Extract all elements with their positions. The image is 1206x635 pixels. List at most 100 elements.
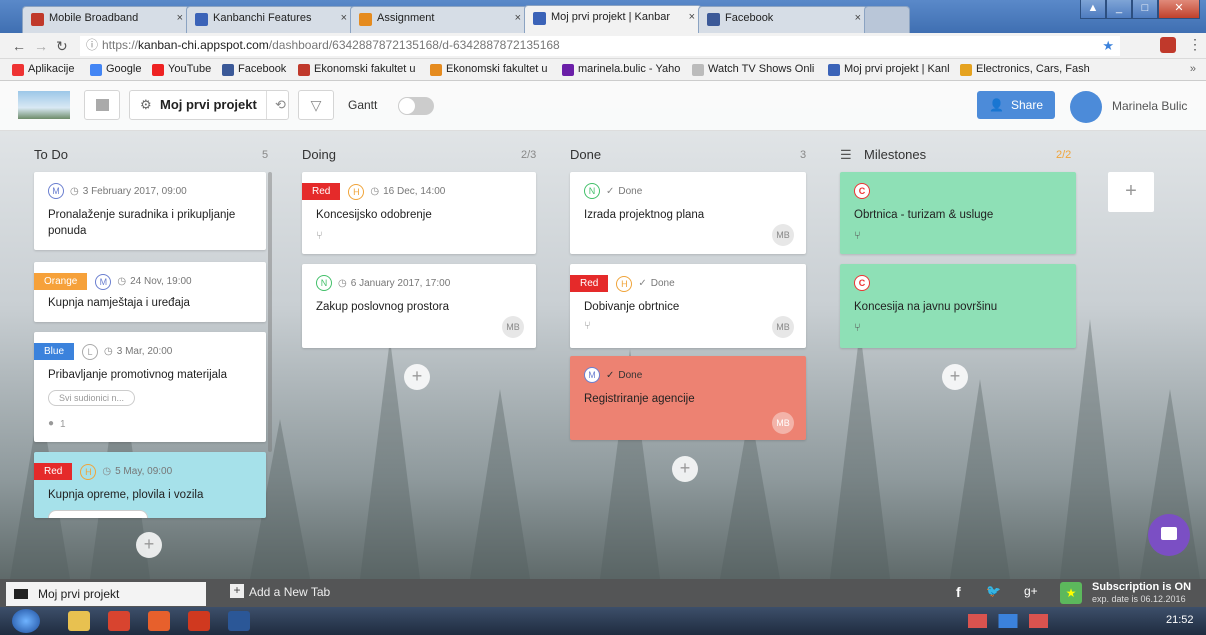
board-thumbnail[interactable] [18,91,70,119]
bookmark-label: Ekonomski fakultet u [314,63,416,75]
tab-label: Facebook [725,12,774,24]
browser-tab[interactable]: Mobile Broadband × [22,6,190,33]
google-plus-icon[interactable]: g+ [1024,584,1038,598]
bookmark-item[interactable]: marinela.bulic - Yaho [562,63,680,76]
milestone-card[interactable]: C Koncesija na javnu površinu ⑂ [840,264,1076,348]
menu-dots-icon[interactable]: ⋮ [1188,36,1202,53]
due-date-icon: ◷ [338,277,347,289]
back-icon[interactable]: ← [12,38,26,54]
close-icon[interactable]: × [341,12,347,24]
forward-icon[interactable]: → [34,38,48,54]
close-window-button[interactable]: ✕ [1158,0,1200,19]
info-icon[interactable]: ⓘ [86,36,98,55]
bookmark-item[interactable]: Google [90,63,141,76]
chrome-icon[interactable] [108,611,130,631]
bookmark-label: Aplikacije [28,63,75,75]
explorer-icon[interactable] [68,611,90,631]
bookmark-item[interactable]: YouTube [152,63,212,76]
bookmark-item[interactable]: Watch TV Shows Onli [692,63,815,76]
add-card-button[interactable]: + [672,456,698,482]
card[interactable]: Red H ◷ 16 Dec, 14:00 Koncesijsko odobrenje… [302,172,536,254]
filter-icon[interactable]: ▽ [298,90,334,120]
twitter-icon[interactable]: 🐦 [986,584,1001,598]
bookmark-item[interactable]: Facebook [222,63,286,76]
browser-tab[interactable]: Facebook × [698,6,868,33]
column-title-todo: To Do [34,147,68,162]
bookmark-label: YouTube [168,63,212,75]
url-host: kanban-chi.appspot.com [138,38,269,52]
reload-icon[interactable]: ↻ [56,38,68,55]
extension-icon[interactable] [1160,37,1176,53]
chat-button[interactable] [1148,514,1190,556]
system-tray-icons[interactable] [968,614,1158,628]
close-icon[interactable]: × [177,12,183,24]
bookmark-label: Electronics, Cars, Fash [976,63,1090,75]
new-tab-button[interactable] [864,6,910,33]
card-meta: C [854,275,876,291]
card-title: Kupnja namještaja i uređaja [48,297,190,309]
card[interactable]: N ✓ Done Izrada projektnog plana MB [570,172,806,254]
assignee-chip[interactable] [48,510,148,518]
browser-tab[interactable]: Assignment × [350,6,528,33]
add-tab-label[interactable]: Add a New Tab [249,585,330,599]
share-button[interactable]: 👤 Share [977,91,1055,119]
color-tag: Red [34,463,73,480]
maximize-button[interactable]: □ [1132,0,1158,19]
yahoo-icon [562,64,574,76]
start-button[interactable] [12,609,40,633]
url-field[interactable]: ⓘ https://kanban-chi.appspot.com/dashboa… [80,36,1120,56]
minimize-button[interactable]: _ [1106,0,1132,19]
close-icon[interactable]: × [689,11,695,23]
bookmark-label: Watch TV Shows Onli [708,63,815,75]
bookmark-star-icon[interactable]: ★ [1102,36,1114,55]
add-card-button[interactable]: + [942,364,968,390]
add-card-button[interactable]: + [136,532,162,558]
due-date-icon: ◷ [102,466,112,477]
browser-tab[interactable]: Kanbanchi Features × [186,6,354,33]
word-icon[interactable] [228,611,250,631]
milestone-card[interactable]: C Obrtnica - turizam & usluge ⑂ [840,172,1076,254]
bookmarks-more[interactable]: » [1190,63,1196,75]
facebook-icon [222,64,234,76]
add-tab-icon[interactable]: + [230,584,244,598]
close-icon[interactable]: × [515,12,521,24]
gantt-toggle[interactable] [398,97,434,115]
board-list-icon[interactable] [84,90,120,120]
add-card-button[interactable]: + [404,364,430,390]
window-menu-button[interactable]: ▲ [1080,0,1106,19]
card-status: Done [650,278,675,289]
project-menu-button[interactable]: ⚙ Moj prvi projekt ⟲ [129,90,289,120]
browser-tab-active[interactable]: Moj prvi projekt | Kanbar × [524,5,702,33]
card[interactable]: Orange M ◷ 24 Nov, 19:00 Kupnja namještaja … [34,262,266,322]
close-icon[interactable]: × [855,12,861,24]
card[interactable]: M ✓ Done Registriranje agencije MB [570,356,806,440]
card[interactable]: Red H ◷ 5 May, 09:00 Kupnja opreme, plovila… [34,452,266,518]
firefox-icon[interactable] [148,611,170,631]
avatar[interactable] [1070,91,1102,123]
due-date-icon: ◷ [370,186,380,197]
facebook-icon[interactable]: f [956,584,961,600]
windows-taskbar: 21:52 [0,607,1206,635]
bookmark-item[interactable]: Ekonomski fakultet u [430,63,548,76]
add-column-button[interactable]: + [1108,172,1154,212]
column-scrollbar[interactable] [268,172,272,452]
assignee-chip[interactable]: Svi sudionici n... [48,390,136,406]
tab-favicon-icon [31,13,44,26]
card[interactable]: N ◷ 6 January 2017, 17:00 Zakup poslovnog … [302,264,536,348]
bookmark-item[interactable]: Ekonomski fakultet u [298,63,416,76]
card[interactable]: M ◷ 3 February 2017, 09:00 Pronalaženje su… [34,172,266,250]
card[interactable]: Red H ✓ Done Dobivanje obrtnice ⑂ MB [570,264,806,348]
share-label: Share [1011,98,1044,112]
card-meta: Red H ◷ 16 Dec, 14:00 [302,183,445,200]
bookmark-item[interactable]: Moj prvi projekt | Kanl [828,63,950,76]
history-icon[interactable]: ⟲ [266,91,286,119]
footer-board-tab[interactable]: Moj prvi projekt [6,582,206,606]
media-icon[interactable] [188,611,210,631]
bookmark-item[interactable]: Aplikacije [12,63,75,76]
check-icon: ✓ [606,369,615,381]
chat-icon [1161,527,1177,540]
bookmark-item[interactable]: Electronics, Cars, Fash [960,63,1090,76]
card[interactable]: Blue L ◷ 3 Mar, 20:00 Pribavljanje promotiv… [34,332,266,442]
assignee-avatar: N [316,275,332,291]
window-controls: ▲ _ □ ✕ [1080,0,1200,20]
